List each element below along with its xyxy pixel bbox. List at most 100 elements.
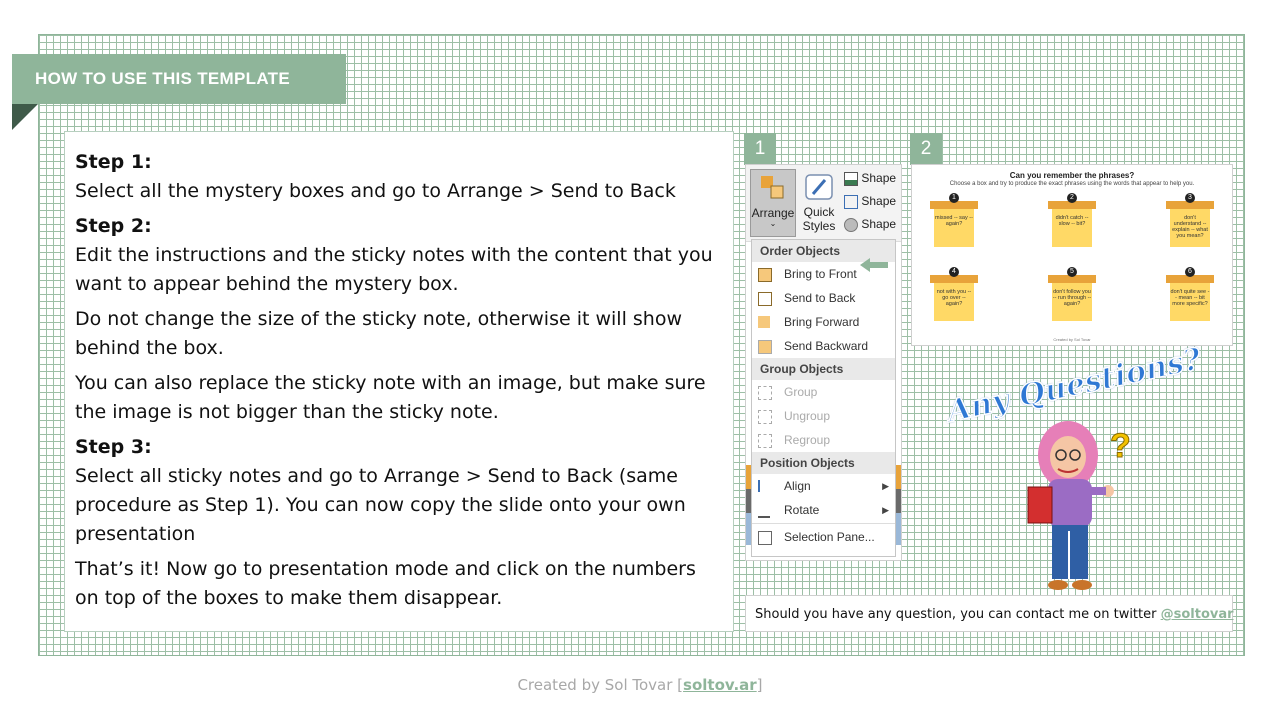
box-number: 4: [949, 267, 959, 277]
send-backward-label: Send Backward: [784, 339, 869, 353]
mystery-box-2[interactable]: 2 didn't catch -- slow -- bit?: [1048, 193, 1096, 249]
sticky-note: didn't catch -- slow -- bit?: [1052, 209, 1092, 247]
bring-to-front-label: Bring to Front: [784, 267, 857, 281]
menu-send-backward[interactable]: Send Backward: [752, 334, 895, 358]
mystery-box-6[interactable]: 6 don't quite see -- mean -- bit more sp…: [1166, 267, 1214, 323]
mystery-box-3[interactable]: 3 don't understand -- explain -- what yo…: [1166, 193, 1214, 249]
align-icon: [758, 480, 772, 492]
step-1-label: Step 1:: [75, 151, 152, 173]
avatar-shoe: [1048, 580, 1068, 590]
shape-outline-button[interactable]: Shape: [844, 194, 901, 214]
pointer-arrow-icon: [860, 258, 888, 272]
shape-outline-label: Shape: [861, 194, 897, 208]
done-note: That’s it! Now go to presentation mode a…: [75, 558, 696, 609]
ungroup-label: Ungroup: [784, 409, 831, 423]
group-objects-header: Group Objects: [752, 358, 895, 380]
position-objects-header: Position Objects: [752, 452, 895, 474]
mystery-box-5[interactable]: 5 don't follow you -- run through -- aga…: [1048, 267, 1096, 323]
footer-link[interactable]: soltov.ar: [683, 676, 757, 694]
regroup-icon: [758, 434, 772, 448]
question-mark-icon: ?: [1110, 427, 1131, 465]
shape-fill-icon: [844, 171, 858, 186]
contact-box: Should you have any question, you can co…: [745, 595, 1234, 632]
bring-to-front-icon: [758, 268, 772, 282]
step-3-text: Select all sticky notes and go to Arrang…: [75, 465, 686, 545]
contact-text: Should you have any question, you can co…: [755, 607, 1161, 622]
menu-ungroup: Ungroup: [752, 404, 895, 428]
shape-outline-icon: [844, 194, 858, 209]
group-icon: [758, 386, 772, 400]
preview-credit: Created by Sol Tovar: [1053, 337, 1091, 342]
menu-group: Group: [752, 380, 895, 404]
step-2: Step 2: Edit the instructions and the st…: [75, 212, 723, 299]
bring-forward-icon: [758, 316, 770, 328]
shape-fill-label: Shape: [861, 171, 897, 185]
menu-divider: [752, 523, 895, 524]
image-note: You can also replace the sticky note wit…: [75, 372, 706, 423]
menu-bring-forward[interactable]: Bring Forward: [752, 310, 895, 334]
ribbon: Arrange ⌄ Quick Styles ⌄ Shape Shape Sha…: [746, 165, 901, 246]
step-2-text: Edit the instructions and the sticky not…: [75, 244, 713, 295]
box-number: 6: [1185, 267, 1195, 277]
ungroup-icon: [758, 410, 772, 424]
box-number: 1: [949, 193, 959, 203]
avatar-illustration: ?: [1027, 421, 1131, 590]
shape-fill-button[interactable]: Shape: [844, 171, 901, 191]
arrange-icon: [761, 176, 784, 199]
sticky-note: don't understand -- explain -- what you …: [1170, 209, 1210, 247]
badge-1[interactable]: 1: [744, 133, 776, 165]
shape-effects-icon: [844, 217, 858, 232]
bring-forward-label: Bring Forward: [784, 315, 860, 329]
sticky-note: missed -- say -- again?: [934, 209, 974, 247]
menu-selection-pane[interactable]: Selection Pane...: [752, 525, 895, 549]
sticky-note: don't quite see -- mean -- bit more spec…: [1170, 283, 1210, 321]
submenu-arrow-icon: ▶: [882, 505, 889, 515]
footer-prefix: Created by Sol Tovar [: [517, 676, 684, 694]
title-banner: HOW TO USE THIS TEMPLATE: [12, 54, 346, 104]
arrange-dropdown-menu: Order Objects Bring to Front Send to Bac…: [751, 239, 896, 557]
rotate-label: Rotate: [784, 503, 820, 517]
quick-styles-button[interactable]: Quick Styles ⌄: [799, 169, 839, 246]
sticky-note: not with you -- go over -- again?: [934, 283, 974, 321]
chevron-down-icon: ⌄: [769, 219, 777, 228]
selection-pane-label: Selection Pane...: [784, 530, 875, 544]
rotate-icon: [758, 504, 770, 518]
align-label: Align: [784, 479, 811, 493]
preview-subtitle: Choose a box and try to produce the exac…: [949, 181, 1195, 187]
quick-styles-icon: [805, 174, 833, 200]
arrange-label: Arrange: [751, 206, 795, 220]
box-number: 2: [1067, 193, 1077, 203]
send-backward-icon: [758, 340, 772, 354]
sticky-note: don't follow you -- run through -- again…: [1052, 283, 1092, 321]
step-3-label: Step 3:: [75, 436, 152, 458]
box-number: 3: [1185, 193, 1195, 203]
instructions-panel: Step 1: Select all the mystery boxes and…: [64, 131, 734, 632]
submenu-arrow-icon: ▶: [882, 481, 889, 491]
box-number: 5: [1067, 267, 1077, 277]
arrange-menu-screenshot: Arrange ⌄ Quick Styles ⌄ Shape Shape Sha…: [745, 164, 902, 561]
size-note: Do not change the size of the sticky not…: [75, 308, 683, 359]
regroup-label: Regroup: [784, 433, 831, 447]
mystery-box-1[interactable]: 1 missed -- say -- again?: [930, 193, 978, 249]
arrange-button[interactable]: Arrange ⌄: [750, 169, 796, 237]
group-label: Group: [784, 385, 818, 399]
menu-send-to-back[interactable]: Send to Back: [752, 286, 895, 310]
menu-align[interactable]: Align ▶: [752, 474, 895, 498]
menu-rotate[interactable]: Rotate ▶: [752, 498, 895, 522]
step-2-label: Step 2:: [75, 215, 152, 237]
footer-credit: Created by Sol Tovar [soltov.ar]: [0, 676, 1280, 694]
badge-2[interactable]: 2: [910, 133, 942, 165]
quick-label: Quick: [803, 205, 835, 219]
mystery-box-4[interactable]: 4 not with you -- go over -- again?: [930, 267, 978, 323]
selection-pane-icon: [758, 531, 772, 545]
banner-fold: [12, 104, 38, 130]
step-1-text: Select all the mystery boxes and go to A…: [75, 180, 676, 202]
book-icon: [1027, 486, 1053, 524]
menu-regroup: Regroup: [752, 428, 895, 452]
avatar-shirt: [1048, 479, 1092, 527]
shape-effects-button[interactable]: Shape: [844, 217, 901, 237]
twitter-handle-link[interactable]: @soltovar: [1161, 607, 1234, 622]
footer-suffix: ]: [756, 676, 763, 694]
send-to-back-label: Send to Back: [784, 291, 856, 305]
banner-title: HOW TO USE THIS TEMPLATE: [35, 69, 290, 88]
